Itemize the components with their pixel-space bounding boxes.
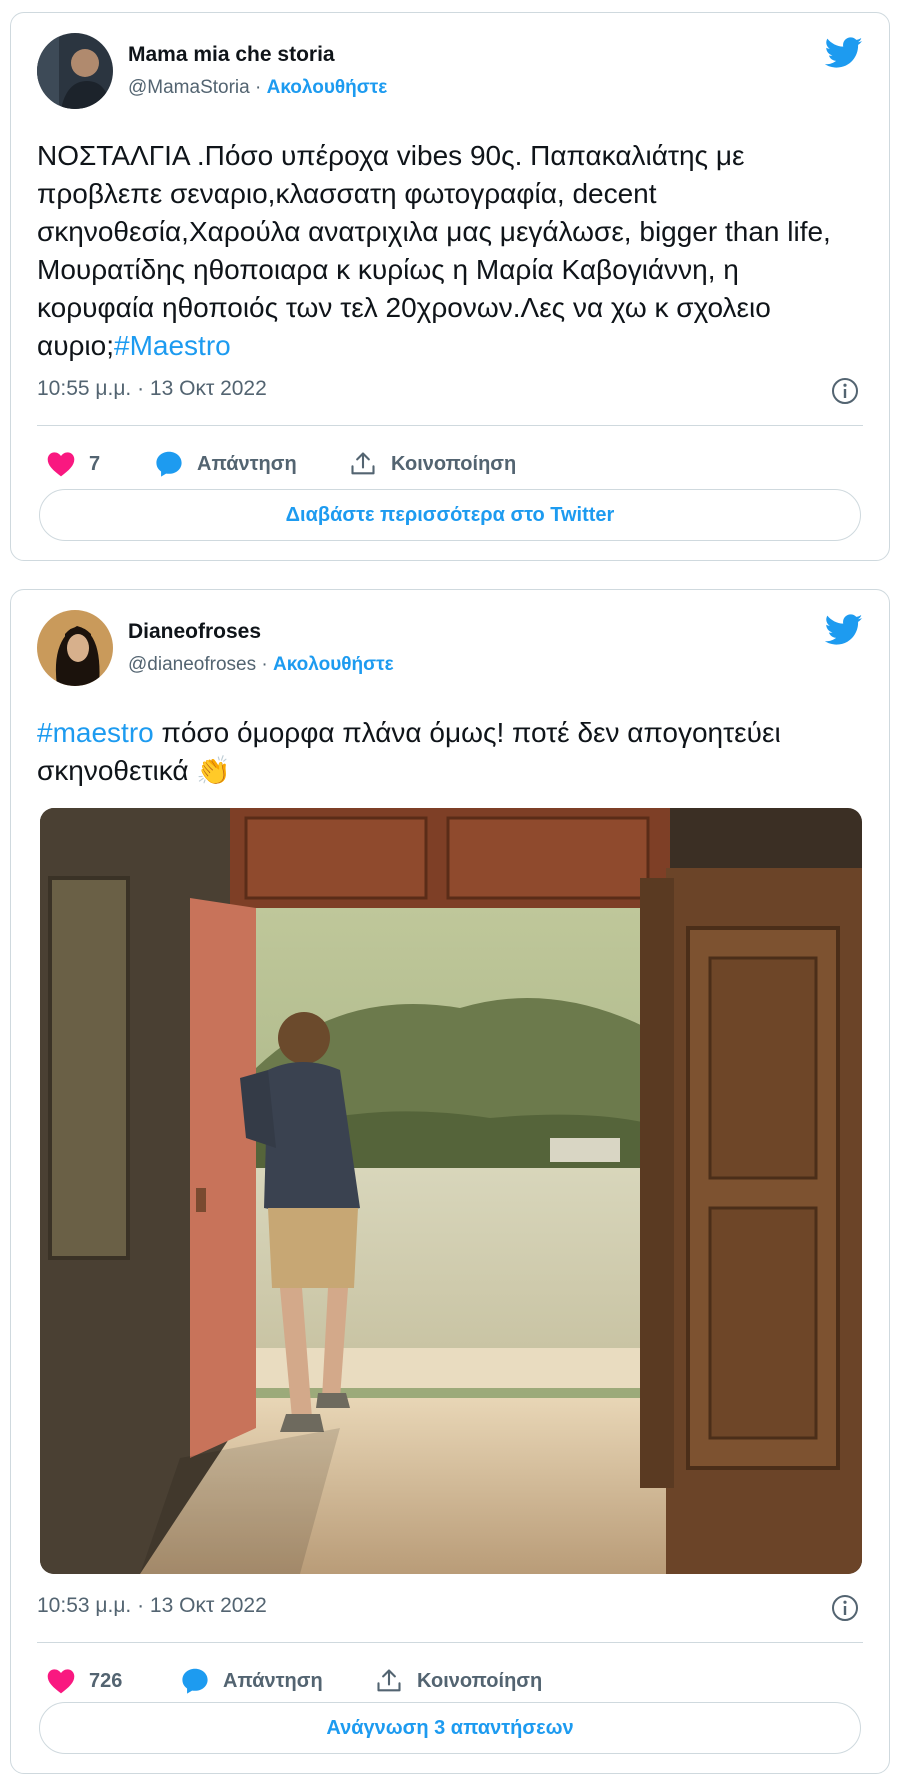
share-button[interactable]: Κοινοποίηση	[375, 1664, 542, 1698]
avatar[interactable]	[37, 33, 113, 109]
like-count: 7	[89, 452, 101, 475]
separator: ·	[249, 77, 267, 98]
tweet-meta: 10:53 μ.μ. · 13 Οκτ 2022	[37, 1594, 863, 1624]
avatar[interactable]	[37, 610, 113, 686]
read-replies-button[interactable]: Ανάγνωση 3 απαντήσεων	[39, 1702, 861, 1754]
hashtag-link[interactable]: #Maestro	[114, 330, 231, 361]
reply-button[interactable]: Απάντηση	[155, 447, 297, 481]
reply-bubble-icon	[182, 1668, 208, 1694]
reply-label: Απάντηση	[197, 452, 297, 475]
share-button[interactable]: Κοινοποίηση	[349, 447, 516, 481]
share-label: Κοινοποίηση	[391, 452, 517, 475]
tweet-meta: 10:55 μ.μ. · 13 Οκτ 2022	[37, 377, 863, 407]
tweet-text: #maestro πόσο όμορφα πλάνα όμως! ποτέ δε…	[37, 714, 799, 790]
hashtag-link[interactable]: #maestro	[37, 717, 154, 748]
like-button[interactable]: 7	[47, 447, 100, 481]
like-count: 726	[89, 1669, 123, 1692]
share-icon	[351, 452, 375, 475]
follow-link[interactable]: Ακολουθήστε	[273, 654, 394, 675]
tweet-text: ΝΟΣΤΑΛΓΙΑ .Πόσο υπέροχα vibes 90ς. Παπακ…	[37, 137, 863, 365]
clapping-hands-emoji: 👏	[196, 755, 232, 786]
tweet-card: Mama mia che storia @MamaStoria · Ακολου…	[10, 12, 890, 561]
timestamp[interactable]: 10:55 μ.μ. · 13 Οκτ 2022	[37, 377, 267, 400]
tweet-card: Dianeofroses @dianeofroses · Ακολουθήστε…	[10, 589, 890, 1774]
tweet-header: Mama mia che storia @MamaStoria · Ακολου…	[37, 33, 863, 109]
read-more-button[interactable]: Διαβάστε περισσότερα στο Twitter	[39, 489, 861, 541]
heart-icon	[47, 452, 75, 477]
reply-bubble-icon	[156, 451, 182, 477]
author-handle[interactable]: @dianeofroses	[128, 654, 256, 675]
tweet-body: ΝΟΣΤΑΛΓΙΑ .Πόσο υπέροχα vibes 90ς. Παπακ…	[37, 140, 839, 361]
share-label: Κοινοποίηση	[417, 1669, 543, 1692]
author-name[interactable]: Mama mia che storia	[128, 43, 335, 67]
tweet-header: Dianeofroses @dianeofroses · Ακολουθήστε	[37, 610, 863, 686]
timestamp[interactable]: 10:53 μ.μ. · 13 Οκτ 2022	[37, 1594, 267, 1617]
divider	[37, 425, 863, 426]
reply-label: Απάντηση	[223, 1669, 323, 1692]
tweet-photo[interactable]	[40, 808, 862, 1574]
author-handle[interactable]: @MamaStoria	[128, 77, 250, 98]
action-bar: 726 Απάντηση Κοινοποίηση	[37, 1664, 863, 1698]
info-icon[interactable]	[831, 1594, 859, 1622]
share-icon	[377, 1669, 401, 1692]
handle-line: @MamaStoria · Ακολουθήστε	[128, 77, 387, 99]
twitter-bird-icon[interactable]	[825, 37, 863, 69]
reply-button[interactable]: Απάντηση	[181, 1664, 323, 1698]
heart-icon	[47, 1669, 75, 1694]
info-icon[interactable]	[831, 377, 859, 405]
author-name[interactable]: Dianeofroses	[128, 620, 261, 644]
action-bar: 7 Απάντηση Κοινοποίηση	[37, 447, 863, 481]
like-button[interactable]: 726	[47, 1664, 122, 1698]
divider	[37, 1642, 863, 1643]
separator: ·	[256, 654, 273, 675]
twitter-bird-icon[interactable]	[825, 614, 863, 646]
handle-line: @dianeofroses · Ακολουθήστε	[128, 654, 394, 676]
follow-link[interactable]: Ακολουθήστε	[267, 77, 388, 98]
